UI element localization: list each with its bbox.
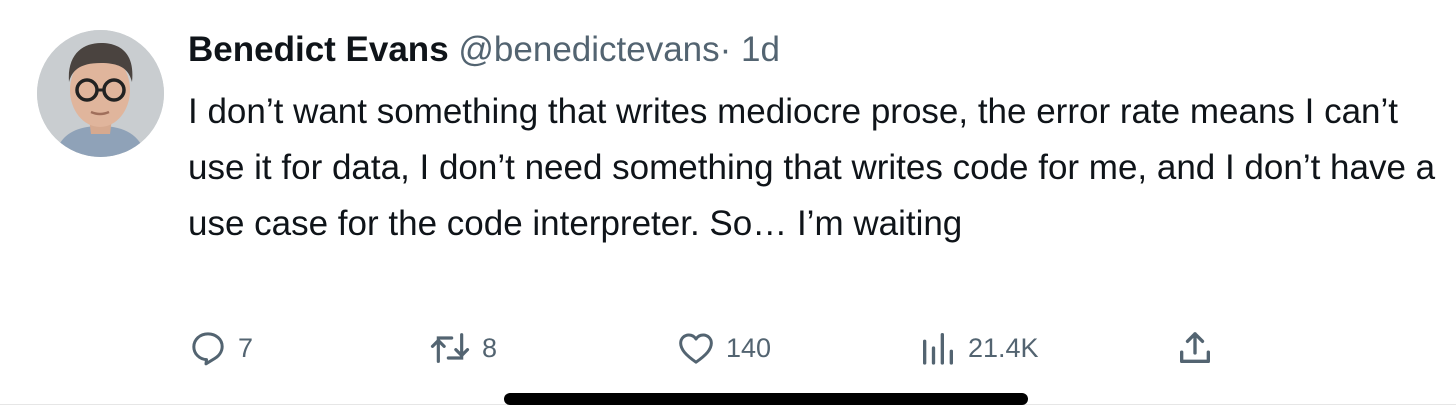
home-indicator[interactable] [504, 393, 1028, 405]
author-name[interactable]: Benedict Evans [188, 30, 449, 69]
tweet-text: I don’t want something that writes medio… [188, 92, 1436, 243]
retweet-count: 8 [482, 332, 498, 363]
views-count: 21.4K [968, 332, 1039, 363]
author-handle[interactable]: @benedictevans [458, 30, 719, 69]
like-button[interactable]: 140 [676, 326, 771, 370]
tweet: Benedict Evans @benedictevans· 1d I don’… [0, 0, 1456, 417]
views-button[interactable]: 21.4K [918, 326, 1039, 370]
separator: · [719, 30, 732, 69]
profile-photo-icon [37, 30, 164, 157]
views-icon [923, 333, 953, 365]
reply-count: 7 [238, 332, 254, 363]
like-count: 140 [726, 332, 772, 363]
tweet-header: Benedict Evans @benedictevans· 1d [188, 28, 780, 72]
share-icon [1180, 332, 1210, 363]
heart-icon [679, 333, 713, 364]
reply-icon [192, 332, 224, 366]
reply-button[interactable]: 7 [188, 326, 253, 370]
timestamp[interactable]: 1d [741, 30, 780, 69]
avatar[interactable] [37, 30, 164, 157]
action-bar: 7 8 140 21.4K [0, 326, 1456, 370]
retweet-button[interactable]: 8 [428, 326, 497, 370]
share-button[interactable] [1175, 326, 1215, 370]
retweet-icon [430, 333, 470, 363]
